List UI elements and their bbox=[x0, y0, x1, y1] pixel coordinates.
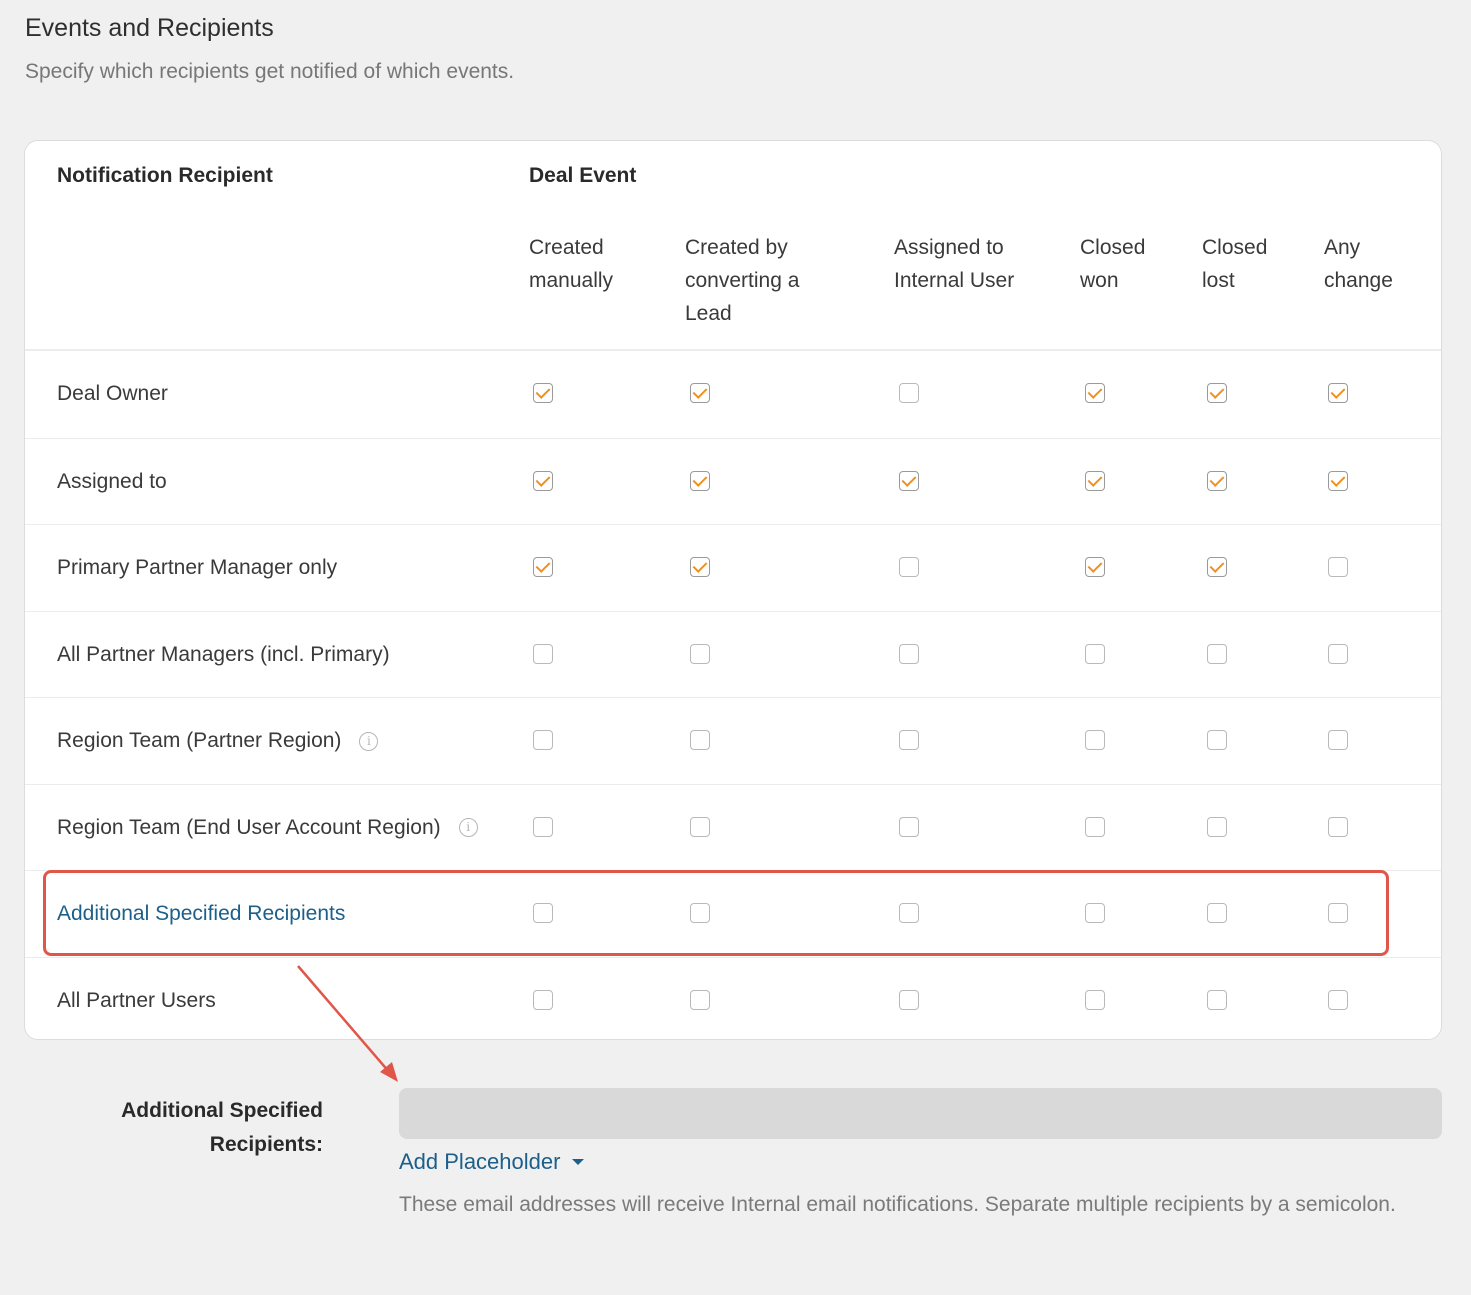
events-recipients-table: Notification Recipient Deal Event Create… bbox=[24, 140, 1442, 1040]
row-label-text: Additional Specified Recipients bbox=[57, 902, 346, 925]
col-header-closed-lost: Closed lost bbox=[1202, 236, 1268, 292]
col-header-assigned-internal-user: Assigned to Internal User bbox=[894, 236, 1015, 292]
row-label: All Partner Managers (incl. Primary) bbox=[57, 612, 390, 698]
checkbox-created-by-converting[interactable] bbox=[690, 730, 710, 750]
checkbox-closed-won[interactable] bbox=[1085, 470, 1105, 491]
col-header-any-change: Any change bbox=[1324, 236, 1393, 292]
table-row: Primary Partner Manager only bbox=[25, 524, 1441, 611]
row-label: Deal Owner bbox=[57, 351, 168, 437]
checkbox-closed-won[interactable] bbox=[1085, 903, 1105, 923]
checkbox-any-change[interactable] bbox=[1328, 989, 1348, 1010]
checkbox-created-by-converting[interactable] bbox=[690, 989, 710, 1010]
checkbox-created-manually[interactable] bbox=[533, 383, 553, 403]
row-label-text: Assigned to bbox=[57, 469, 167, 493]
row-label-text: Primary Partner Manager only bbox=[57, 556, 338, 579]
row-label-text: Region Team (End User Account Region) bbox=[57, 815, 441, 839]
checkbox-closed-won[interactable] bbox=[1085, 730, 1105, 750]
caret-down-icon bbox=[572, 1159, 585, 1165]
checkbox-any-change[interactable] bbox=[1328, 557, 1348, 577]
row-label: Region Team (End User Account Region) i bbox=[57, 785, 478, 871]
col-header-created-by-converting: Created by converting a Lead bbox=[685, 236, 800, 325]
checkbox-any-change[interactable] bbox=[1328, 730, 1348, 750]
row-label: Primary Partner Manager only bbox=[57, 525, 337, 611]
table-row: Region Team (End User Account Region) i bbox=[25, 783, 1441, 871]
checkbox-any-change[interactable] bbox=[1328, 383, 1348, 403]
checkbox-assigned-internal-user[interactable] bbox=[899, 730, 919, 750]
checkbox-created-by-converting[interactable] bbox=[690, 816, 710, 837]
row-label: Additional Specified Recipients bbox=[57, 871, 345, 957]
table-row: Region Team (Partner Region) i bbox=[25, 697, 1441, 784]
checkbox-closed-lost[interactable] bbox=[1207, 643, 1227, 664]
table-row: Assigned to bbox=[25, 437, 1441, 525]
checkbox-created-by-converting[interactable] bbox=[690, 557, 710, 577]
info-icon[interactable]: i bbox=[359, 731, 379, 751]
row-label: Assigned to bbox=[57, 439, 167, 525]
checkbox-assigned-internal-user[interactable] bbox=[899, 816, 919, 837]
section-title: Events and Recipients bbox=[25, 14, 274, 42]
checkbox-created-manually[interactable] bbox=[533, 903, 553, 923]
checkbox-created-manually[interactable] bbox=[533, 470, 553, 491]
checkbox-created-manually[interactable] bbox=[533, 816, 553, 837]
add-placeholder-dropdown[interactable]: Add Placeholder bbox=[399, 1149, 585, 1175]
section-subtitle: Specify which recipients get notified of… bbox=[25, 60, 515, 83]
checkbox-any-change[interactable] bbox=[1328, 470, 1348, 491]
checkbox-created-by-converting[interactable] bbox=[690, 643, 710, 664]
checkbox-closed-won[interactable] bbox=[1085, 557, 1105, 577]
checkbox-closed-lost[interactable] bbox=[1207, 470, 1227, 491]
row-label-text: All Partner Users bbox=[57, 988, 216, 1012]
col-header-created-manually: Created manually bbox=[529, 236, 614, 292]
recipient-column-header: Notification Recipient bbox=[57, 164, 273, 187]
checkbox-closed-won[interactable] bbox=[1085, 989, 1105, 1010]
checkbox-closed-lost[interactable] bbox=[1207, 383, 1227, 403]
checkbox-assigned-internal-user[interactable] bbox=[899, 557, 919, 577]
info-icon[interactable]: i bbox=[458, 818, 478, 837]
table-row: All Partner Managers (incl. Primary) bbox=[25, 610, 1441, 698]
checkbox-any-change[interactable] bbox=[1328, 816, 1348, 837]
table-row: All Partner Users bbox=[25, 956, 1441, 1044]
checkbox-closed-lost[interactable] bbox=[1207, 989, 1227, 1010]
col-header-closed-won: Closed won bbox=[1080, 236, 1146, 292]
checkbox-assigned-internal-user[interactable] bbox=[899, 643, 919, 664]
table-row: Additional Specified Recipients bbox=[25, 870, 1441, 957]
row-label: Region Team (Partner Region) i bbox=[57, 698, 379, 784]
checkbox-created-by-converting[interactable] bbox=[690, 383, 710, 403]
checkbox-closed-lost[interactable] bbox=[1207, 730, 1227, 750]
row-label-text: Region Team (Partner Region) bbox=[57, 729, 342, 752]
checkbox-assigned-internal-user[interactable] bbox=[899, 470, 919, 491]
checkbox-closed-lost[interactable] bbox=[1207, 816, 1227, 837]
checkbox-closed-won[interactable] bbox=[1085, 816, 1105, 837]
checkbox-any-change[interactable] bbox=[1328, 903, 1348, 923]
checkbox-assigned-internal-user[interactable] bbox=[899, 383, 919, 403]
checkbox-closed-lost[interactable] bbox=[1207, 903, 1227, 923]
checkbox-created-manually[interactable] bbox=[533, 643, 553, 664]
checkbox-closed-lost[interactable] bbox=[1207, 557, 1227, 577]
additional-recipients-label: Additional Specified Recipients: bbox=[121, 1099, 323, 1156]
add-placeholder-label: Add Placeholder bbox=[399, 1149, 561, 1174]
checkbox-created-manually[interactable] bbox=[533, 557, 553, 577]
checkbox-created-manually[interactable] bbox=[533, 989, 553, 1010]
checkbox-any-change[interactable] bbox=[1328, 643, 1348, 664]
row-label-text: Deal Owner bbox=[57, 382, 168, 405]
table-row: Deal Owner bbox=[25, 351, 1441, 437]
additional-recipients-help: These email addresses will receive Inter… bbox=[399, 1193, 1396, 1216]
row-label: All Partner Users bbox=[57, 958, 216, 1044]
checkbox-created-by-converting[interactable] bbox=[690, 470, 710, 491]
checkbox-closed-won[interactable] bbox=[1085, 643, 1105, 664]
checkbox-created-by-converting[interactable] bbox=[690, 903, 710, 923]
checkbox-created-manually[interactable] bbox=[533, 730, 553, 750]
additional-recipients-input[interactable] bbox=[399, 1088, 1442, 1139]
checkbox-assigned-internal-user[interactable] bbox=[899, 903, 919, 923]
checkbox-assigned-internal-user[interactable] bbox=[899, 989, 919, 1010]
checkbox-closed-won[interactable] bbox=[1085, 383, 1105, 403]
deal-event-header: Deal Event bbox=[529, 164, 637, 187]
row-label-text: All Partner Managers (incl. Primary) bbox=[57, 642, 390, 666]
